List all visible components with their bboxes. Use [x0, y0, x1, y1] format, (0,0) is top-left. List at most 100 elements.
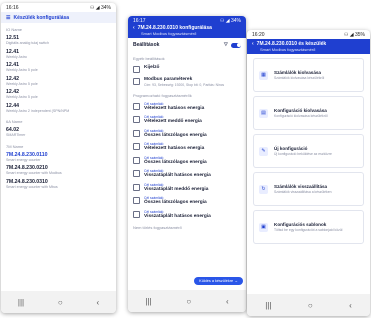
- setting-icon: [133, 78, 140, 85]
- filter-icon[interactable]: ⛛: [224, 42, 228, 48]
- device-list-item[interactable]: 7M.24.8.230.0310 Smart energy counter wit…: [1, 178, 116, 192]
- page-subtitle: Smart Modbus fogyasztásmérő: [141, 31, 197, 36]
- general-section-label: Egyéb beállítások: [133, 56, 165, 61]
- checkbox[interactable]: [133, 143, 140, 150]
- status-time: 16:16: [6, 4, 19, 11]
- action-card[interactable]: ▦ Számlálók kiolvasása Számlálók kiolvasás…: [253, 58, 364, 92]
- action-card[interactable]: ▣ Konfigurációs sablonok Töltsd be egy kon…: [253, 210, 364, 244]
- home-button[interactable]: ○: [186, 297, 191, 306]
- action-icon: ▣: [259, 222, 268, 232]
- device-description: Digitális analóg tulaj switch: [6, 41, 49, 45]
- settings-toggle[interactable]: [231, 42, 241, 48]
- status-bar: 16:16 ⚇ ◢ 34%: [1, 3, 116, 12]
- recent-apps-button[interactable]: |||: [265, 301, 271, 310]
- counter-title: Visszatáplált hatásos energia: [144, 173, 211, 178]
- counter-row[interactable]: Cél számláló Összes látszólagos energia: [128, 194, 246, 208]
- counter-row[interactable]: Cél számláló Visszatáplált meddő energia: [128, 181, 246, 195]
- counter-row[interactable]: Cél számláló Összes látszólagos energia: [128, 154, 246, 168]
- status-icons: ⚇ ◢ 34%: [219, 18, 241, 24]
- device-list-item[interactable]: 7M.24.8.230.0110 Smart energy counter: [1, 151, 116, 165]
- device-description: Weekly Astro 5 pole: [6, 95, 38, 99]
- counter-row[interactable]: Cél számláló Visszatáplált hatásos energi…: [128, 167, 246, 181]
- section-label: 6A Name: [6, 119, 23, 124]
- checkbox[interactable]: [133, 129, 140, 137]
- device-description: Weekly Astro 5 pole: [6, 81, 38, 86]
- back-button[interactable]: ‹: [349, 301, 352, 310]
- recent-apps-button[interactable]: |||: [18, 298, 24, 307]
- checkbox[interactable]: [133, 183, 140, 191]
- settings-row: Beállítások ⛛: [128, 38, 246, 52]
- counter-title: Összes látszólagos energia: [144, 159, 207, 165]
- checkbox[interactable]: [133, 210, 140, 218]
- action-card[interactable]: ▤ Konfiguráció kiolvasása Konfiguráció kio…: [253, 96, 364, 130]
- action-card[interactable]: ✎ Új konfiguráció Új konfiguráció beküldés…: [253, 134, 364, 168]
- action-icon: ✎: [259, 146, 268, 156]
- action-card[interactable]: ↻ Számlálók visszaállítása Számlálók vissz…: [253, 172, 364, 206]
- device-list-item[interactable]: 12.51 Digitális analóg tulaj switch: [1, 34, 116, 48]
- section-label: IO Name: [6, 27, 23, 32]
- general-setting-row[interactable]: Kijelző: [128, 63, 246, 75]
- action-description: Konfiguráció kiolvasása készülékről: [274, 114, 328, 118]
- status-time: 16:20: [252, 31, 265, 38]
- device-list: IO Name 12.51 Digitális analóg tulaj switc…: [1, 23, 116, 191]
- program-section-label: Programozható fogyasztásmérők: [133, 92, 192, 98]
- counter-row[interactable]: Cél számláló Vételezett meddő energia: [128, 113, 246, 127]
- recent-apps-button[interactable]: |||: [145, 297, 151, 306]
- device-list-item[interactable]: 7M.24.8.230.0210 Smart energy counter wit…: [1, 164, 116, 178]
- device-list-item[interactable]: 12.41 Weekly Astro: [1, 48, 116, 62]
- send-to-device-button[interactable]: Küldés a készülékre →: [194, 277, 243, 285]
- app-bar: ☰ Készülék konfigurálása: [1, 12, 116, 23]
- checkbox[interactable]: [133, 197, 140, 204]
- counter-row[interactable]: Cél számláló Összes látszólagos energia: [128, 127, 246, 141]
- device-list-item[interactable]: 64.02 SMARTimer: [1, 126, 116, 140]
- phone-device-list: 16:16 ⚇ ◢ 34% ☰ Készülék konfigurálása I…: [1, 3, 116, 313]
- counter-title: Visszatáplált meddő energia: [144, 186, 209, 192]
- status-icons: ⚇ ◢ 34%: [89, 4, 111, 11]
- checkbox[interactable]: [133, 116, 140, 123]
- device-description: Smart energy counter with Modbus: [6, 171, 62, 175]
- home-button[interactable]: ○: [308, 301, 313, 310]
- action-icon: ▦: [259, 70, 268, 80]
- back-button[interactable]: ‹: [226, 297, 229, 306]
- action-icon: ▤: [259, 108, 268, 118]
- android-nav-bar: ||| ○ ‹: [247, 294, 370, 316]
- device-description: SMARTimer: [6, 133, 26, 137]
- setting-icon: [133, 66, 140, 73]
- counter-list: Cél számláló Vételezett hatásos energia Cé…: [128, 100, 246, 222]
- action-icon: ↻: [259, 184, 268, 194]
- app-bar: ‹ 7M.24.8.230.0310 és készülék Smart Modb…: [247, 39, 370, 54]
- action-description: Számlálók visszaállítása a készüléken: [274, 190, 332, 194]
- phone-device-actions: 16:20 ⚇ ◢ 35% ‹ 7M.24.8.230.0310 és készü…: [247, 30, 370, 316]
- checkbox[interactable]: [133, 156, 140, 164]
- setting-title: Kijelző: [144, 65, 160, 70]
- checkbox[interactable]: [133, 102, 140, 110]
- settings-label: Beállítások: [133, 42, 160, 48]
- page-subtitle: Smart Modbus fogyasztásmérő: [260, 47, 316, 52]
- back-button[interactable]: ‹: [96, 298, 99, 307]
- counter-title: Összes látszólagos energia: [144, 200, 207, 205]
- counter-row[interactable]: Cél számláló Vételezett hatásos energia: [128, 140, 246, 154]
- android-nav-bar: ||| ○ ‹: [1, 291, 116, 313]
- counter-row[interactable]: Cél számláló Visszatáplált hatásos energi…: [128, 208, 246, 222]
- status-time: 16:17: [133, 18, 146, 24]
- app-bar: 16:17 ⚇ ◢ 34% ‹ 7M.24.8.230.0310 konfigur…: [128, 16, 246, 38]
- device-description: Smart energy counter: [6, 157, 41, 162]
- menu-icon[interactable]: ☰: [6, 15, 10, 21]
- device-description: Weekly Astro: [6, 54, 27, 59]
- status-bar: 16:17 ⚇ ◢ 34%: [133, 17, 241, 25]
- page-title: Készülék konfigurálása: [13, 14, 70, 21]
- device-description: Weekly Astro 5 pole: [6, 68, 38, 72]
- general-setting-row[interactable]: Modbus paraméterek Cím: 93, Sebesség: 192…: [128, 75, 246, 89]
- device-list-item[interactable]: 12.41 Weekly Astro 5 pole: [1, 61, 116, 75]
- home-button[interactable]: ○: [58, 298, 63, 307]
- device-list-item[interactable]: 12.42 Weekly Astro 5 pole: [1, 88, 116, 102]
- checkbox[interactable]: [133, 170, 140, 177]
- counter-row[interactable]: Cél számláló Vételezett hatásos energia: [128, 100, 246, 114]
- general-settings-list: Kijelző Modbus paraméterek Cím: 93, Sebess…: [128, 63, 246, 89]
- action-description: Számlálók kiolvasása készülékről: [274, 76, 325, 80]
- device-list-item[interactable]: 12.42 Weekly Astro 5 pole: [1, 75, 116, 89]
- action-description: Töltsd be egy konfigurációt a sablonjaid…: [274, 228, 343, 232]
- status-bar: 16:20 ⚇ ◢ 35%: [247, 30, 370, 39]
- bottom-section-label: Nem törlés fogyasztásmérő: [133, 225, 182, 230]
- device-list-item[interactable]: 12.44 Weekly Astro 2 independent (SPN/NPM: [1, 102, 116, 116]
